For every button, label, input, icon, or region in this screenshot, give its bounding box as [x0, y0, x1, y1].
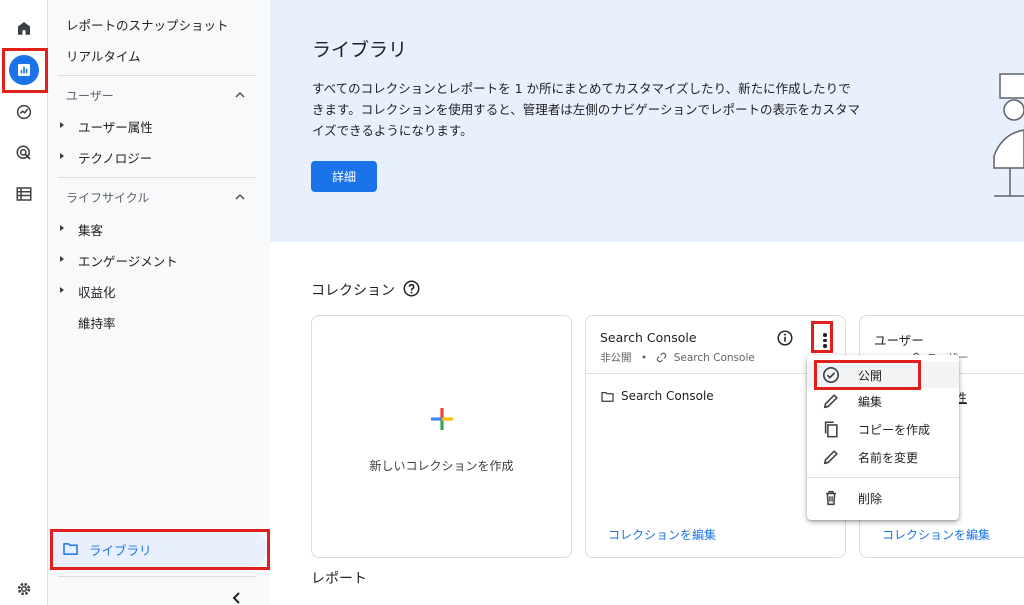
nav-item-snapshot[interactable]: レポートのスナップショット — [66, 15, 229, 34]
expand-arrow-icon[interactable] — [60, 225, 64, 231]
expand-arrow-icon[interactable] — [60, 153, 64, 159]
explore-icon[interactable] — [8, 96, 40, 128]
page-title: ライブラリ — [312, 39, 408, 61]
more-menu-highlight — [811, 321, 833, 353]
expand-arrow-icon[interactable] — [60, 287, 64, 293]
nav-item-engagement[interactable]: エンゲージメント — [78, 251, 178, 270]
nav-section-user[interactable]: ユーザー — [66, 87, 114, 104]
menu-item-copy[interactable]: コピーを作成 — [807, 416, 959, 442]
nav-item-monetization[interactable]: 収益化 — [78, 282, 116, 301]
info-icon[interactable] — [777, 330, 793, 346]
configure-icon[interactable] — [8, 178, 40, 210]
menu-item-delete[interactable]: 削除 — [807, 485, 959, 511]
library-highlight — [50, 529, 270, 570]
reports-title: レポート — [311, 571, 367, 587]
menu-item-label: コピーを作成 — [858, 423, 931, 437]
settings-icon[interactable] — [8, 573, 40, 605]
edit-collection-link[interactable]: コレクションを編集 — [608, 526, 716, 543]
delete-icon — [826, 490, 836, 506]
collections-title: コレクション — [311, 283, 395, 299]
collection-title: Search Console — [600, 330, 697, 345]
folder-icon — [601, 391, 614, 402]
edit-icon — [823, 394, 838, 409]
menu-item-rename[interactable]: 名前を変更 — [807, 444, 959, 470]
publish-highlight — [814, 360, 921, 390]
expand-arrow-icon[interactable] — [60, 122, 64, 128]
plus-icon — [431, 408, 453, 430]
help-icon[interactable] — [403, 280, 420, 297]
nav-divider — [58, 177, 256, 178]
chevron-up-icon[interactable] — [234, 191, 246, 203]
illustration-icon — [993, 73, 1024, 197]
meta-separator: • — [640, 352, 648, 364]
advertising-icon[interactable] — [8, 137, 40, 169]
home-icon[interactable] — [8, 12, 40, 44]
menu-item-label: 名前を変更 — [858, 451, 919, 465]
menu-item-edit[interactable]: 編集 — [807, 388, 959, 414]
library-banner: ライブラリ すべてのコレクションとレポートを 1 か所にまとめてカスタマイズした… — [270, 0, 1024, 242]
chevron-left-icon[interactable] — [231, 592, 243, 604]
reports-highlight — [2, 48, 48, 93]
menu-divider — [807, 477, 959, 478]
nav-item-technology[interactable]: テクノロジー — [78, 148, 152, 167]
source-label: Search Console — [673, 352, 755, 364]
nav-panel: レポートのスナップショット リアルタイム ユーザー ユーザー属性 テクノロジー … — [48, 0, 270, 605]
nav-section-lifecycle[interactable]: ライフサイクル — [66, 189, 149, 206]
new-collection-label: 新しいコレクションを作成 — [369, 459, 514, 473]
collection-item[interactable]: Search Console — [621, 389, 714, 403]
collection-meta: 非公開 • Search Console — [600, 350, 755, 365]
banner-description: すべてのコレクションとレポートを 1 か所にまとめてカスタマイズしたり、新たに作… — [312, 81, 861, 138]
chevron-up-icon[interactable] — [234, 89, 246, 101]
copy-icon — [824, 421, 838, 438]
new-collection-card[interactable]: 新しいコレクションを作成 — [311, 315, 572, 558]
menu-item-label: 編集 — [858, 395, 883, 409]
visibility-label: 非公開 — [600, 352, 632, 364]
icon-rail — [0, 0, 48, 605]
link-icon — [657, 352, 667, 363]
edit-collection-link[interactable]: コレクションを編集 — [882, 526, 990, 543]
collection-title: ユーザー — [874, 333, 924, 348]
nav-divider — [58, 576, 256, 577]
nav-item-realtime[interactable]: リアルタイム — [66, 46, 141, 65]
nav-item-retention[interactable]: 維持率 — [78, 313, 116, 332]
details-button[interactable]: 詳細 — [311, 161, 377, 192]
expand-arrow-icon[interactable] — [60, 256, 64, 262]
nav-divider — [58, 75, 256, 76]
edit-icon — [823, 450, 838, 465]
nav-item-user-attributes[interactable]: ユーザー属性 — [78, 117, 153, 136]
menu-item-label: 削除 — [858, 492, 883, 506]
nav-item-acquisition[interactable]: 集客 — [78, 220, 103, 239]
